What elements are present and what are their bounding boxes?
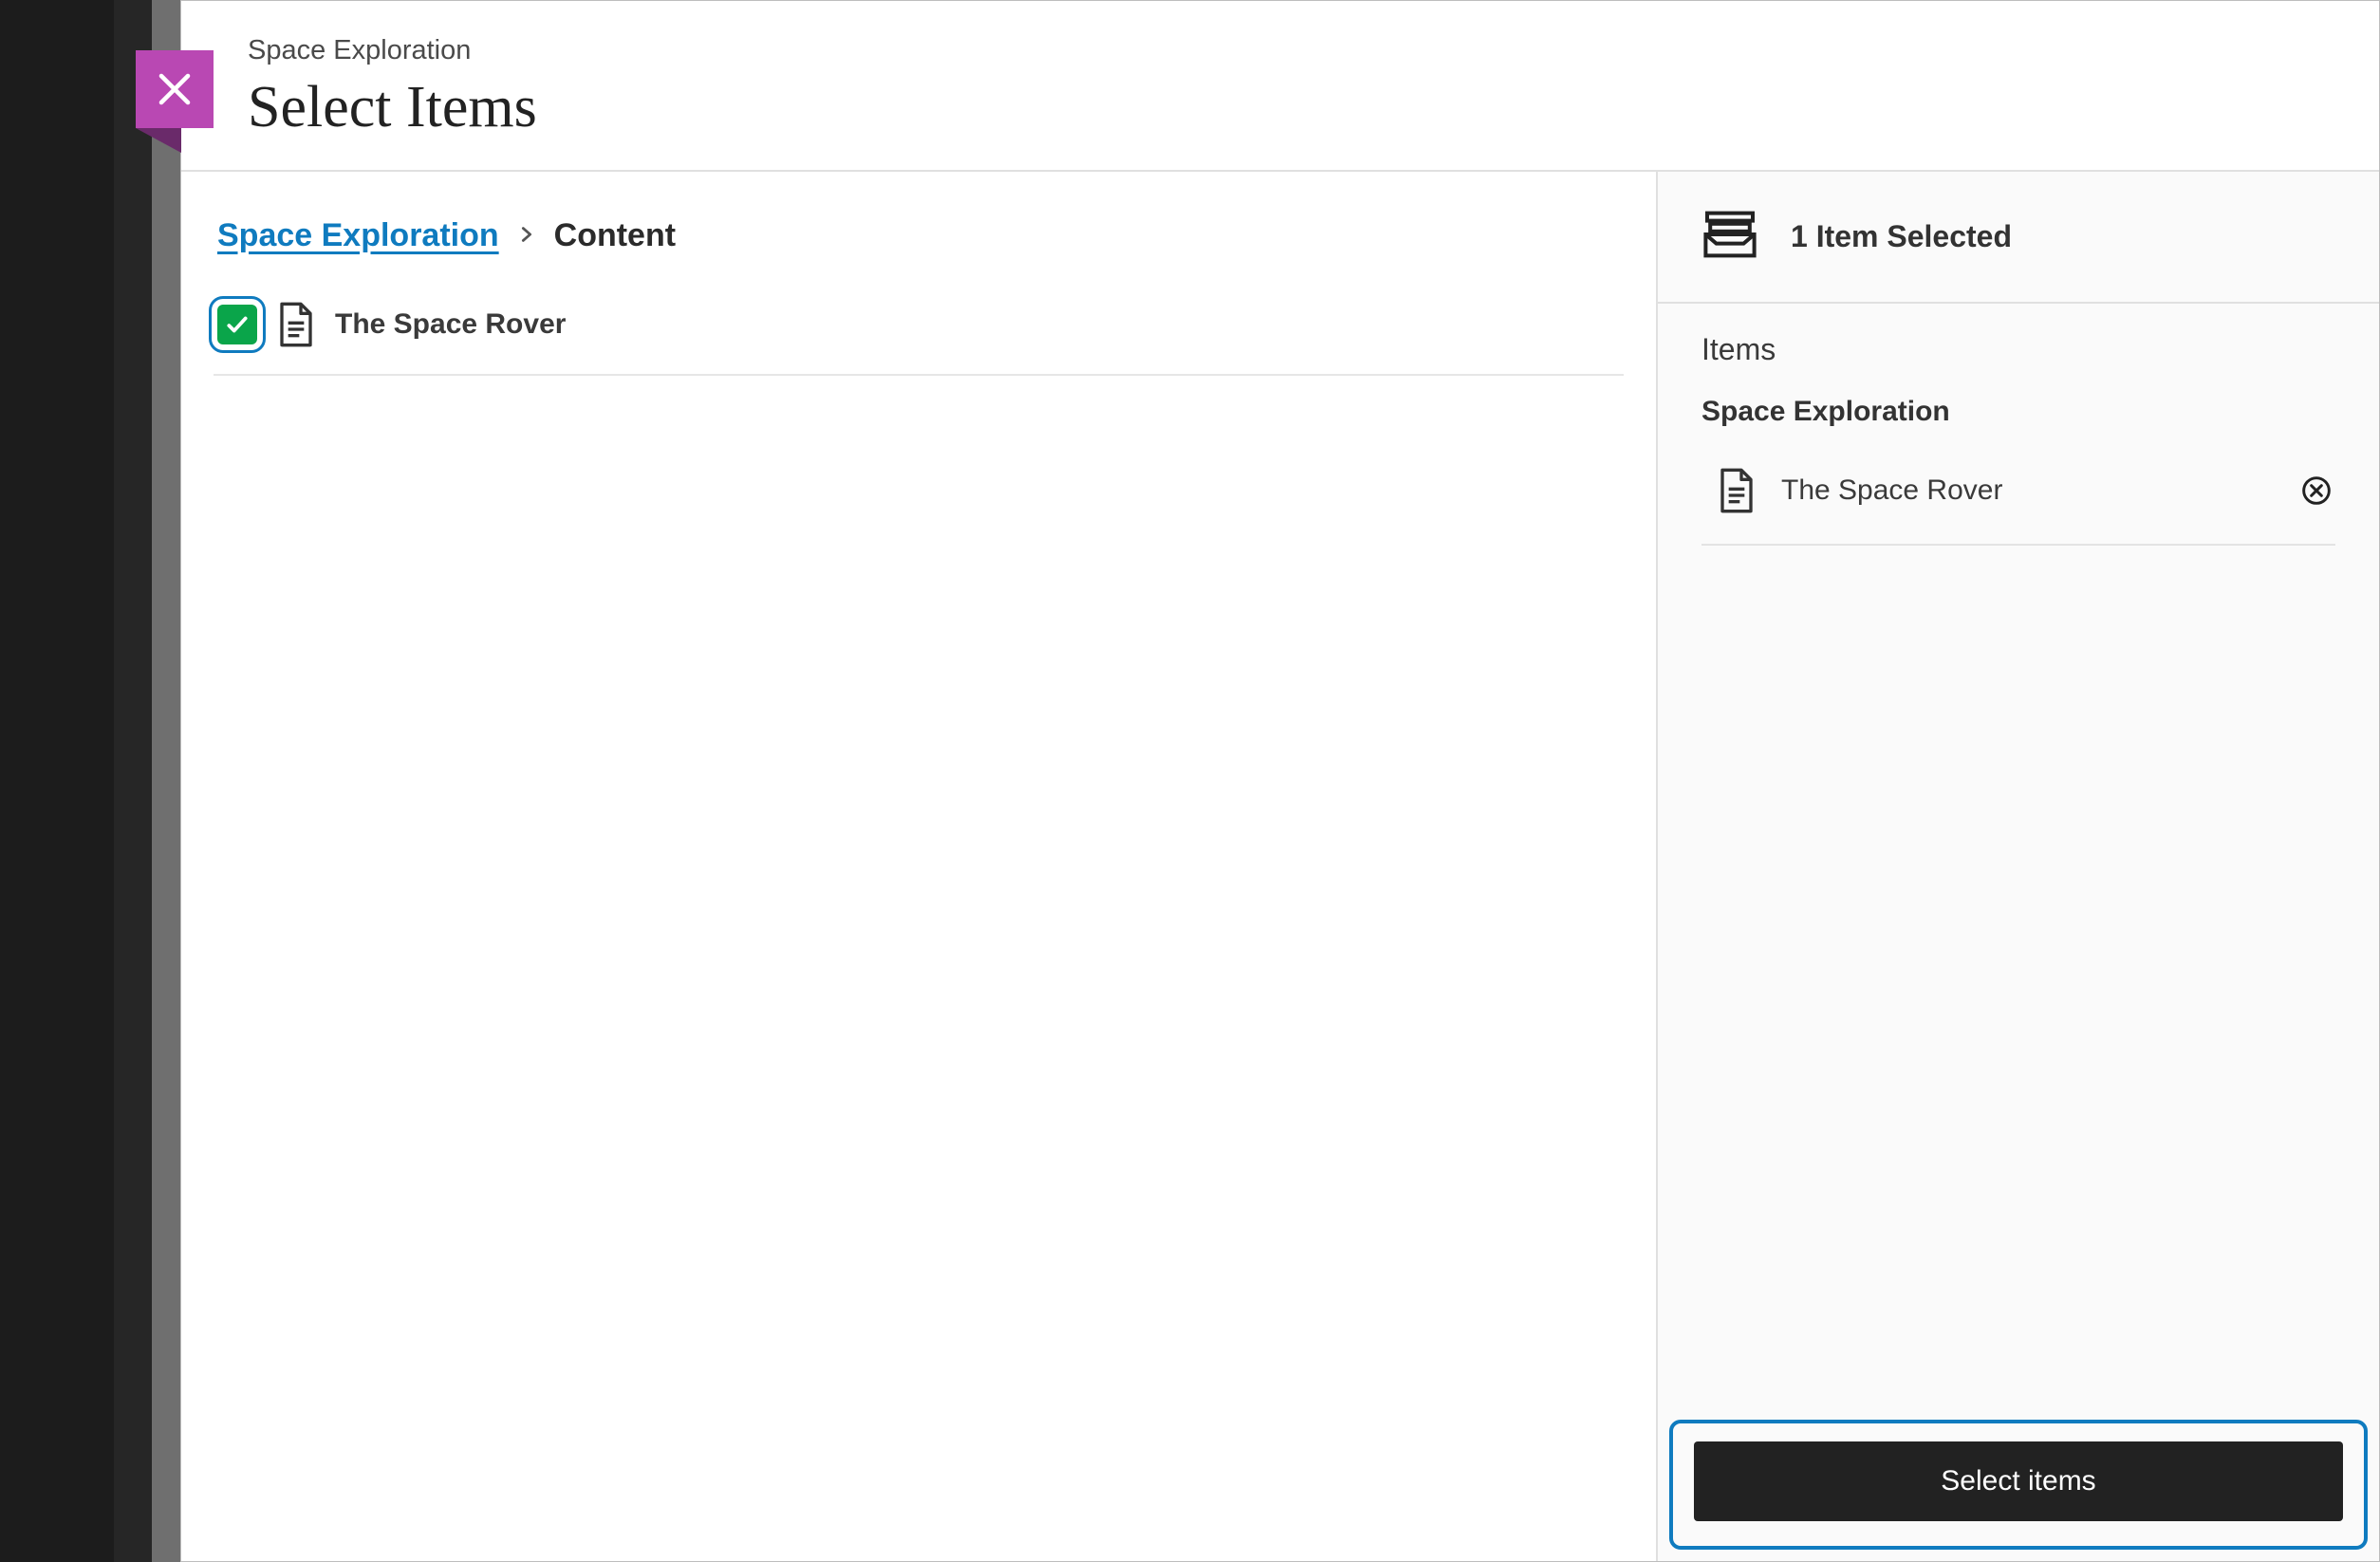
breadcrumb: Space Exploration Content (214, 217, 1624, 254)
check-icon (225, 312, 250, 337)
close-button[interactable] (136, 50, 214, 128)
items-heading: Items (1701, 332, 2335, 367)
tray-icon (1700, 204, 1760, 270)
content-item-name: The Space Rover (335, 308, 566, 341)
content-item-row[interactable]: The Space Rover (214, 285, 1624, 376)
modal-context: Space Exploration (248, 35, 2322, 66)
selection-list: Items Space Exploration The Space Rover (1658, 304, 2379, 1412)
selected-item-row: The Space Rover (1701, 455, 2335, 546)
selection-panel: 1 Item Selected Items Space Exploration (1658, 172, 2379, 1561)
breadcrumb-current: Content (554, 217, 676, 254)
selection-footer: Select items (1671, 1422, 2366, 1548)
breadcrumb-root-link[interactable]: Space Exploration (217, 217, 499, 254)
document-icon (1715, 464, 1758, 517)
item-checkbox[interactable] (217, 305, 257, 344)
remove-icon (2301, 475, 2332, 506)
content-browser-panel: Space Exploration Content (181, 172, 1658, 1561)
modal-header: Space Exploration Select Items (181, 1, 2379, 172)
chevron-right-icon (516, 220, 537, 252)
selected-item-name: The Space Rover (1781, 474, 2297, 507)
select-items-button[interactable]: Select items (1694, 1441, 2343, 1521)
modal-body: Space Exploration Content (181, 172, 2379, 1561)
close-icon (155, 69, 195, 109)
selection-group-label: Space Exploration (1701, 396, 2335, 428)
background-shade-overlay (114, 0, 188, 1562)
remove-item-button[interactable] (2297, 472, 2335, 510)
app-nav-rail (0, 0, 114, 1562)
select-items-modal: Space Exploration Select Items Space Exp… (180, 0, 2380, 1562)
selection-summary: 1 Item Selected (1658, 172, 2379, 304)
document-icon (274, 298, 318, 351)
selection-count-text: 1 Item Selected (1791, 219, 2012, 254)
modal-title: Select Items (248, 74, 2322, 141)
